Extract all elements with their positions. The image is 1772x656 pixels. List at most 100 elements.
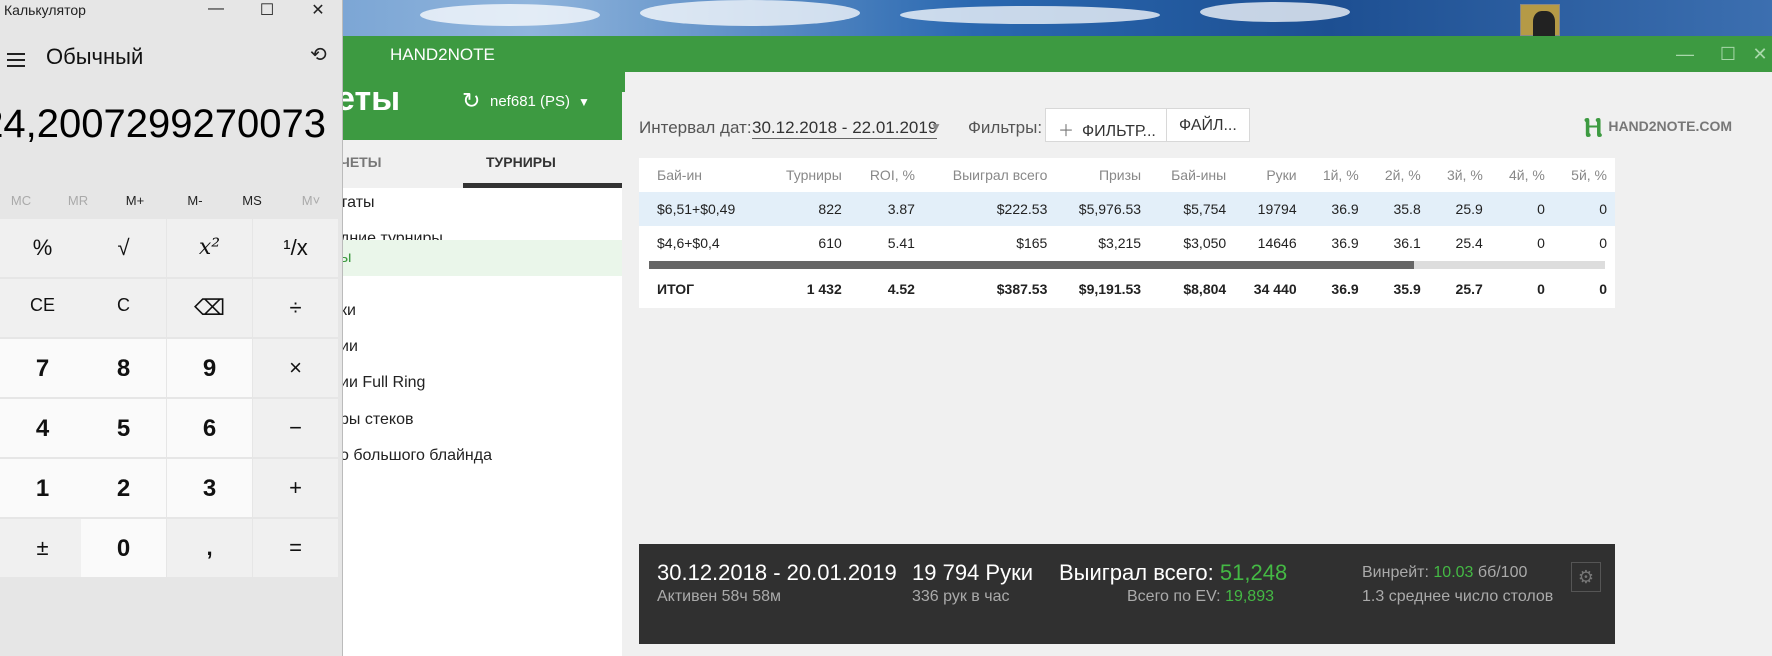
file-button[interactable]: ФАЙЛ... bbox=[1166, 108, 1250, 142]
digit-4-button[interactable]: 4 bbox=[0, 399, 85, 457]
column-header[interactable]: Призы bbox=[1055, 158, 1149, 192]
side-menu: таты дние турниры ы ки ии ии Full Ring р… bbox=[340, 188, 625, 656]
chevron-down-icon: ▼ bbox=[578, 95, 590, 109]
minimize-icon[interactable]: — bbox=[1670, 44, 1700, 65]
table-cell: 5.41 bbox=[887, 235, 915, 251]
side-menu-label: таты bbox=[340, 194, 375, 211]
side-menu-item[interactable]: ии Full Ring bbox=[340, 364, 625, 404]
digit-8-button[interactable]: 8 bbox=[81, 339, 166, 397]
player-select[interactable]: nef681 (PS) ▼ bbox=[490, 93, 590, 110]
table-cell: 35.8 bbox=[1366, 192, 1429, 226]
side-menu-label: ии Full Ring bbox=[340, 374, 426, 391]
digit-9-button[interactable]: 9 bbox=[167, 339, 252, 397]
negate-button[interactable]: ± bbox=[0, 519, 85, 577]
column-header[interactable]: 3й, % bbox=[1429, 158, 1491, 192]
table-cell: 0 bbox=[1599, 235, 1607, 251]
summary-winrate: Винрейт: 10.03 бб/100 bbox=[1362, 564, 1527, 582]
filter-button-label: ФИЛЬТР... bbox=[1082, 123, 1156, 140]
mr-button[interactable]: MR bbox=[50, 193, 106, 208]
table-cell: 36.9 bbox=[1304, 192, 1367, 226]
hand2note-logo[interactable]: Ⲏ HAND2NOTE.COM bbox=[1584, 112, 1732, 144]
horizontal-scrollbar[interactable] bbox=[649, 261, 1605, 269]
minimize-icon[interactable]: — bbox=[196, 0, 236, 18]
table-cell: $3,215 bbox=[1098, 235, 1142, 251]
digit-0-button[interactable]: 0 bbox=[81, 519, 166, 577]
summary-ev: Всего по EV: 19,893 bbox=[1127, 588, 1274, 606]
square-button[interactable]: x² bbox=[167, 219, 252, 277]
table-cell: $8,804 bbox=[1183, 281, 1227, 297]
column-header[interactable]: Выиграл всего bbox=[923, 158, 1055, 192]
column-header[interactable]: Руки bbox=[1234, 158, 1304, 192]
digit-2-button[interactable]: 2 bbox=[81, 459, 166, 517]
mc-button[interactable]: MC bbox=[0, 193, 49, 208]
table-cell: $6,51+$0,49 bbox=[639, 192, 764, 226]
side-menu-item[interactable]: таты bbox=[340, 184, 625, 224]
column-header[interactable]: ROI, % bbox=[850, 158, 923, 192]
sqrt-button[interactable]: √ bbox=[81, 219, 166, 277]
ms-button[interactable]: MS bbox=[224, 193, 280, 208]
column-header[interactable]: 1й, % bbox=[1305, 158, 1367, 192]
stats-panel: Интервал дат: 30.12.2018 - 22.01.2019 ▼ … bbox=[622, 92, 1752, 656]
percent-button[interactable]: % bbox=[0, 219, 85, 277]
table-cell: 25.7 bbox=[1455, 281, 1483, 297]
menu-icon[interactable] bbox=[7, 53, 25, 71]
decimal-button[interactable]: , bbox=[167, 519, 252, 577]
column-header[interactable]: 2й, % bbox=[1367, 158, 1429, 192]
side-menu-item[interactable]: о большого блайнда bbox=[340, 437, 625, 477]
filter-button[interactable]: ＋ ФИЛЬТР... bbox=[1045, 108, 1169, 142]
column-header[interactable]: Турниры bbox=[764, 158, 850, 192]
backspace-button[interactable]: ⌫ bbox=[167, 279, 252, 337]
table-row[interactable]: $6,51+$0,49 822 3.87 $222.53 $5,976.53 $… bbox=[639, 192, 1615, 226]
table-cell: 36.9 bbox=[1331, 235, 1359, 251]
scrollbar-thumb[interactable] bbox=[649, 261, 1414, 269]
table-cell: 0 bbox=[1552, 192, 1615, 226]
logo-text: HAND2NOTE.COM bbox=[1608, 118, 1732, 134]
tab-tournaments[interactable]: ТУРНИРЫ bbox=[486, 154, 556, 170]
table-row[interactable]: $4,6+$0,4 610 5.41 $165 $3,215 $3,050 14… bbox=[639, 226, 1615, 260]
summary-active-time: Активен 58ч 58м bbox=[657, 588, 781, 605]
desktop-thumbnail[interactable] bbox=[1520, 4, 1560, 37]
side-menu-item[interactable]: ии bbox=[340, 328, 625, 368]
c-button[interactable]: C bbox=[81, 279, 166, 337]
gear-icon[interactable]: ⚙ bbox=[1571, 562, 1601, 592]
close-icon[interactable]: ✕ bbox=[298, 0, 338, 20]
column-header[interactable]: Бай-ины bbox=[1149, 158, 1234, 192]
column-header[interactable]: 5й, % bbox=[1553, 158, 1615, 192]
summary-panel: 30.12.2018 - 20.01.2019 Активен 58ч 58м … bbox=[639, 544, 1615, 644]
chevron-down-icon[interactable]: ▼ bbox=[930, 120, 942, 134]
tab-bar: ЧЕТЫ ТУРНИРЫ bbox=[340, 140, 625, 186]
maximize-icon[interactable]: ☐ bbox=[1713, 44, 1743, 65]
file-button-label: ФАЙЛ... bbox=[1179, 117, 1237, 134]
plus-button[interactable]: + bbox=[253, 459, 338, 517]
hand2note-window: HAND2NOTE — ☐ ✕ еты ↻ nef681 (PS) ▼ ЧЕТЫ … bbox=[336, 36, 1772, 656]
table-cell: 34 440 bbox=[1253, 281, 1297, 297]
ce-button[interactable]: CE bbox=[0, 279, 85, 337]
equals-button[interactable]: = bbox=[253, 519, 338, 577]
column-header[interactable]: Бай-ин bbox=[639, 158, 764, 192]
digit-6-button[interactable]: 6 bbox=[167, 399, 252, 457]
m-minus-button[interactable]: M- bbox=[167, 193, 223, 208]
side-menu-item[interactable]: ки bbox=[340, 292, 625, 332]
date-range-select[interactable]: 30.12.2018 - 22.01.2019 bbox=[752, 118, 938, 139]
refresh-icon[interactable]: ↻ bbox=[462, 88, 480, 114]
side-menu-item-selected[interactable]: ы bbox=[340, 240, 625, 276]
digit-5-button[interactable]: 5 bbox=[81, 399, 166, 457]
multiply-button[interactable]: × bbox=[253, 339, 338, 397]
close-icon[interactable]: ✕ bbox=[1745, 44, 1772, 65]
minus-button[interactable]: − bbox=[253, 399, 338, 457]
m-plus-button[interactable]: M+ bbox=[107, 193, 163, 208]
digit-1-button[interactable]: 1 bbox=[0, 459, 85, 517]
reciprocal-button[interactable]: ¹/x bbox=[253, 219, 338, 277]
maximize-icon[interactable]: ☐ bbox=[247, 0, 287, 20]
digit-3-button[interactable]: 3 bbox=[167, 459, 252, 517]
side-menu-item[interactable]: ры стеков bbox=[340, 401, 625, 441]
divide-button[interactable]: ÷ bbox=[253, 279, 338, 337]
side-menu-label: ры стеков bbox=[340, 411, 414, 428]
table-cell: 19794 bbox=[1234, 192, 1305, 226]
summary-won: Выиграл всего: 51,248 bbox=[1059, 560, 1287, 586]
column-header[interactable]: 4й, % bbox=[1491, 158, 1553, 192]
memory-list-button[interactable]: M˅ bbox=[283, 193, 339, 208]
digit-7-button[interactable]: 7 bbox=[0, 339, 85, 397]
tab-reports[interactable]: ЧЕТЫ bbox=[340, 154, 381, 170]
history-icon[interactable]: ⟲ bbox=[310, 42, 327, 67]
